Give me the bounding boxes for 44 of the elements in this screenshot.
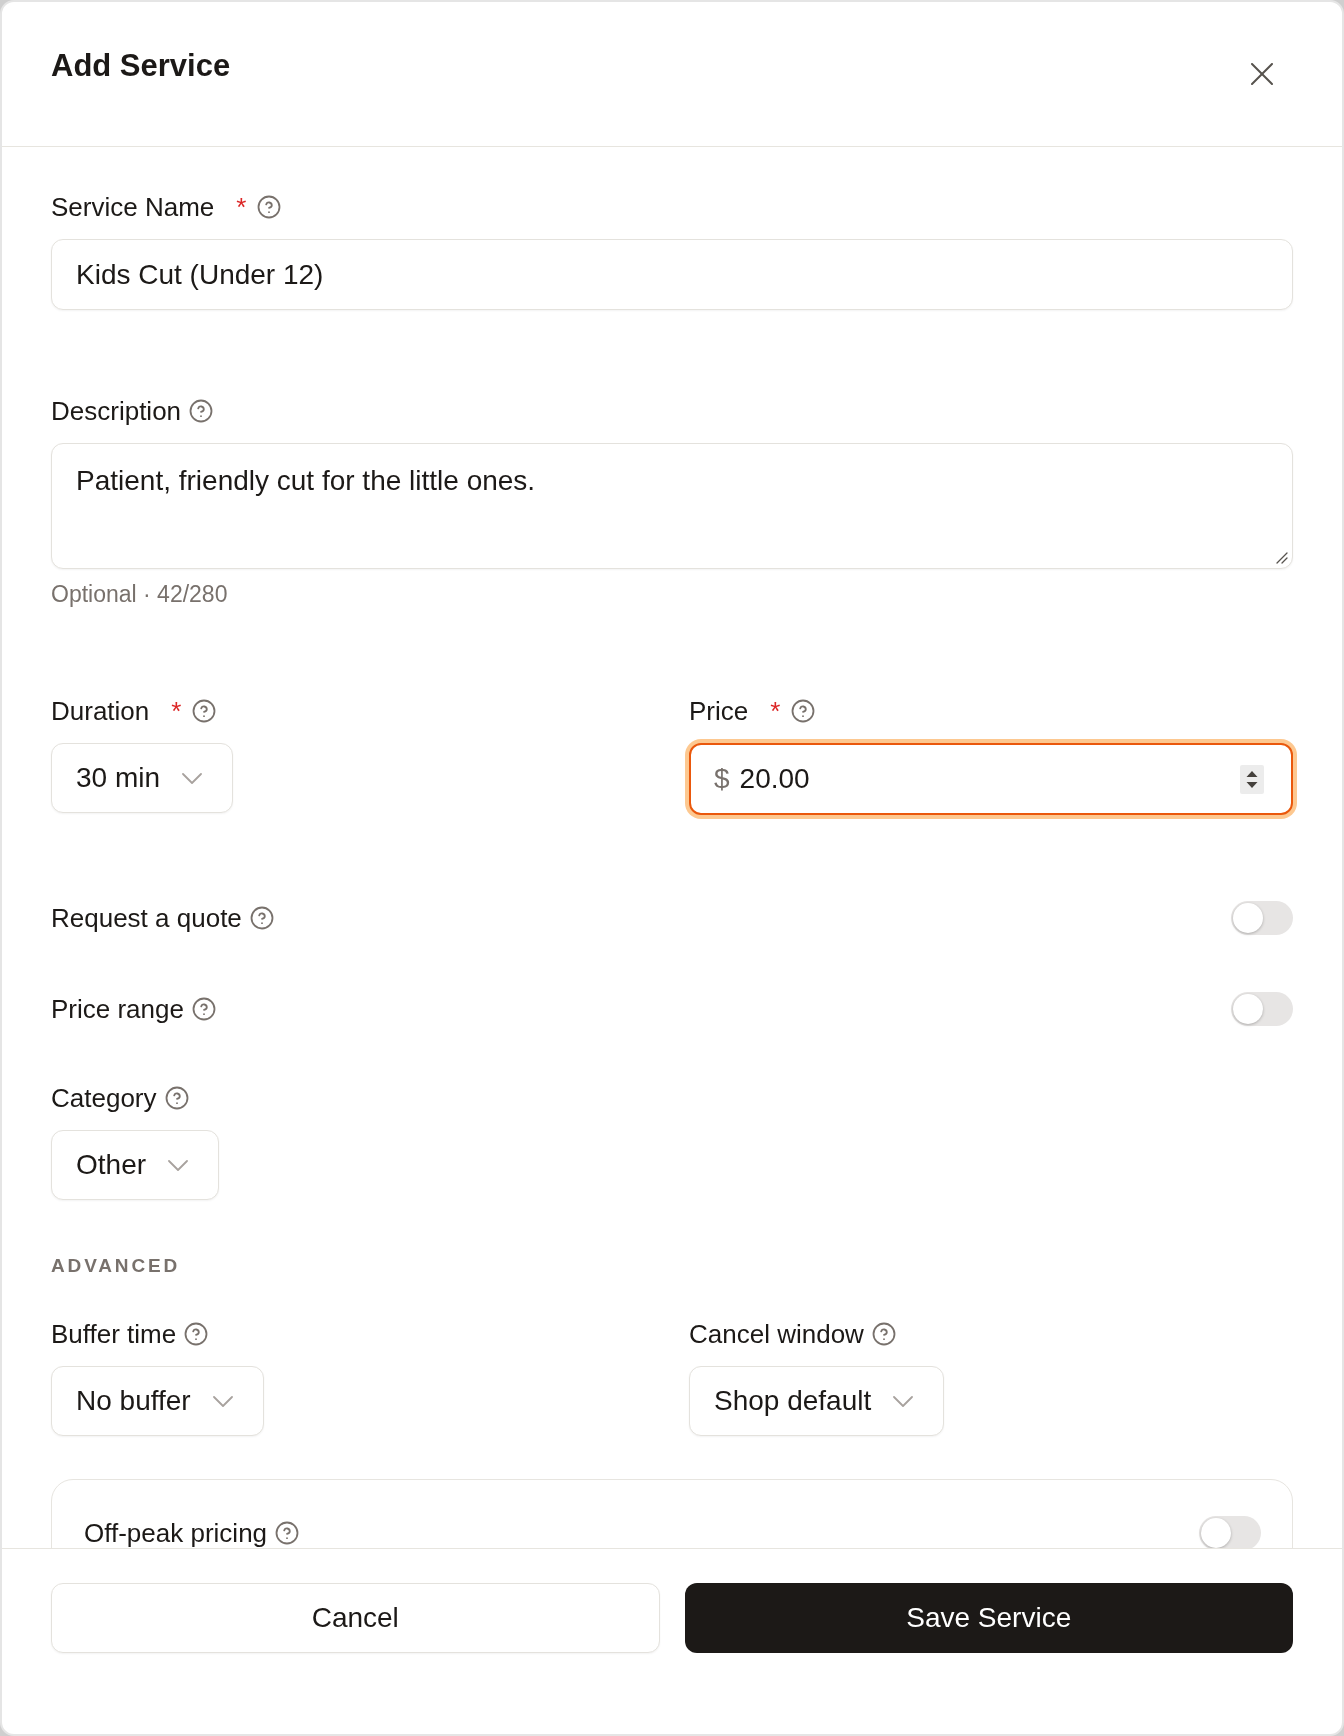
question-mark-icon[interactable] bbox=[249, 906, 274, 930]
required-asterisk: * bbox=[171, 695, 182, 727]
field-label: Category bbox=[51, 1082, 157, 1114]
question-mark-icon[interactable] bbox=[192, 699, 217, 723]
field-label: Price bbox=[689, 695, 749, 727]
save-button[interactable]: Save Service bbox=[684, 1583, 1293, 1653]
dropdown-select[interactable]: Shop default bbox=[689, 1366, 945, 1436]
stepper-icon[interactable] bbox=[1240, 764, 1264, 794]
question-mark-icon[interactable] bbox=[189, 399, 214, 423]
section-heading: ADVANCED bbox=[51, 1254, 182, 1278]
field-label: Duration bbox=[51, 695, 150, 727]
dropdown-select[interactable]: Other bbox=[51, 1130, 220, 1200]
field-label: Cancel window bbox=[689, 1318, 864, 1350]
field-label: Description bbox=[51, 395, 182, 427]
text-area-field[interactable]: Patient, friendly cut for the little ones. bbox=[51, 443, 1293, 569]
dropdown-select[interactable]: No buffer bbox=[51, 1366, 264, 1436]
dialog-title: Add Service bbox=[51, 47, 231, 85]
question-mark-icon[interactable] bbox=[184, 1322, 209, 1346]
toggle-switch[interactable] bbox=[1199, 1516, 1261, 1548]
required-asterisk: * bbox=[236, 191, 247, 223]
chevron-down-icon bbox=[212, 1395, 233, 1407]
question-mark-icon[interactable] bbox=[164, 1086, 189, 1110]
chevron-down-icon bbox=[182, 772, 203, 784]
resize-handle-icon[interactable] bbox=[1276, 552, 1288, 564]
chevron-down-icon bbox=[893, 1395, 914, 1407]
question-mark-icon[interactable] bbox=[257, 195, 282, 219]
question-mark-icon[interactable] bbox=[791, 699, 816, 723]
question-mark-icon[interactable] bbox=[871, 1322, 896, 1346]
close-icon[interactable] bbox=[1251, 63, 1273, 85]
field-label: Off-peak pricing bbox=[84, 1517, 268, 1548]
field-label: Request a quote bbox=[51, 902, 242, 934]
chevron-down-icon bbox=[168, 1159, 189, 1171]
toggle-switch[interactable] bbox=[1231, 901, 1293, 935]
dropdown-select[interactable]: 30 min bbox=[51, 743, 234, 813]
required-asterisk: * bbox=[770, 695, 781, 727]
question-mark-icon[interactable] bbox=[191, 997, 216, 1021]
field-label: Buffer time bbox=[51, 1318, 177, 1350]
question-mark-icon[interactable] bbox=[275, 1521, 300, 1545]
toggle-switch[interactable] bbox=[1231, 992, 1293, 1026]
field-label: Price range bbox=[51, 993, 184, 1025]
field-label: Service Name bbox=[51, 191, 215, 223]
character-count-hint: Optional · 42/280 bbox=[51, 581, 229, 607]
cancel-button[interactable]: Cancel bbox=[51, 1583, 660, 1653]
text-field[interactable]: Kids Cut (Under 12) bbox=[51, 239, 1293, 310]
